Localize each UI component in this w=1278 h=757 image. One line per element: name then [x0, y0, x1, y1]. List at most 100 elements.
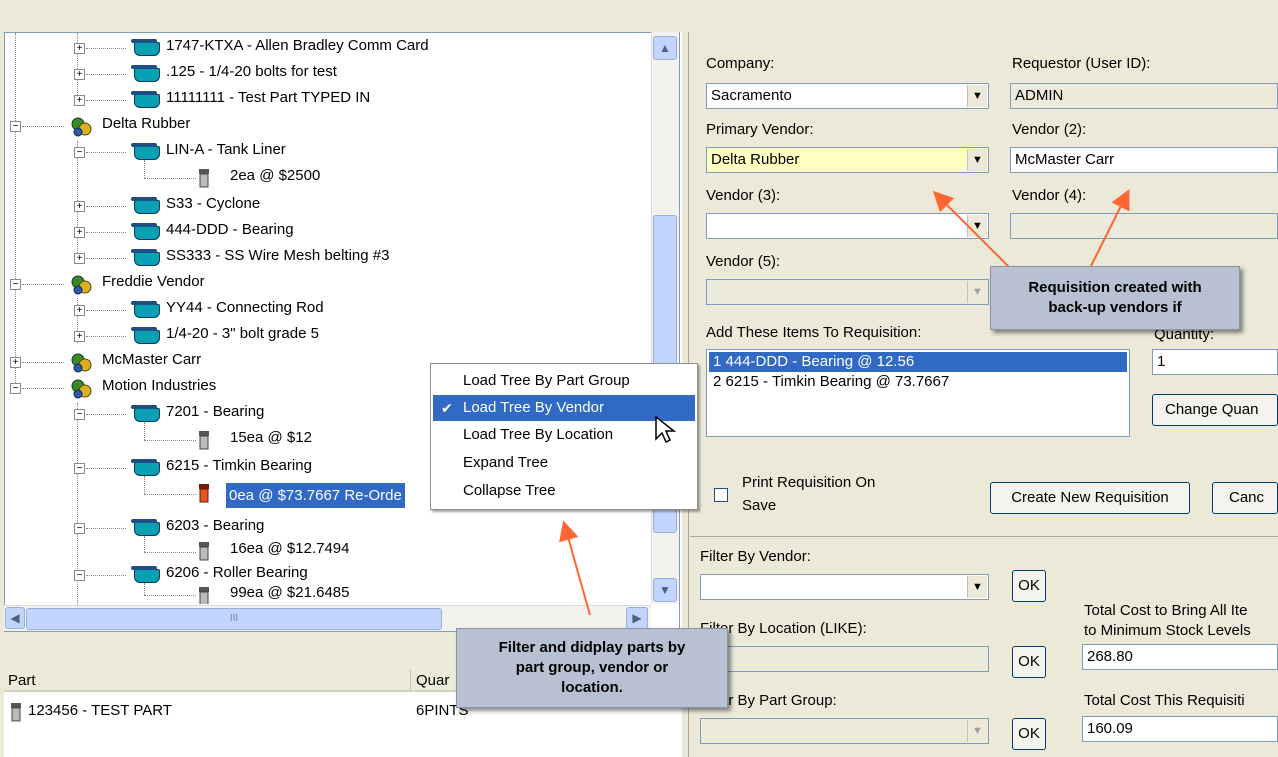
tree-item-vendor[interactable]: Motion Industries: [102, 377, 216, 394]
tree-item-part[interactable]: .125 - 1/4-20 bolts for test: [166, 63, 337, 80]
tree-item-stock[interactable]: 99ea @ $21.6485: [230, 586, 350, 601]
company-select[interactable]: Sacramento ▼: [706, 83, 989, 109]
stock-bin-icon: [199, 431, 209, 450]
change-quantity-button[interactable]: Change Quan: [1152, 394, 1278, 426]
tree-item-part[interactable]: 1747-KTXA - Allen Bradley Comm Card: [166, 37, 429, 54]
backup-vendors-callout: Requisition created with back-up vendors…: [990, 266, 1240, 330]
tree-clip: 99ea @ $21.6485: [198, 586, 498, 604]
collapse-icon[interactable]: −: [74, 523, 85, 534]
expand-icon[interactable]: +: [74, 43, 85, 54]
part-icon: [131, 459, 160, 476]
tree-item-part[interactable]: 6206 - Roller Bearing: [166, 564, 308, 581]
tree-connector: [15, 33, 16, 393]
expand-icon[interactable]: +: [74, 253, 85, 264]
scroll-down-icon[interactable]: ▼: [653, 578, 677, 602]
dropdown-arrow-icon[interactable]: ▼: [967, 85, 987, 107]
collapse-icon[interactable]: −: [74, 409, 85, 420]
requestor-label: Requestor (User ID):: [1012, 55, 1151, 72]
requisition-items-list[interactable]: 1 444-DDD - Bearing @ 12.56 2 6215 - Tim…: [706, 349, 1130, 437]
requisition-item[interactable]: 1 444-DDD - Bearing @ 12.56: [709, 352, 1127, 372]
expand-icon[interactable]: +: [10, 357, 21, 368]
menu-item-collapse-tree[interactable]: Collapse Tree: [433, 478, 695, 504]
column-divider: [410, 670, 411, 690]
vendor2-select[interactable]: McMaster Carr: [1010, 147, 1278, 173]
callout-line: location.: [561, 679, 623, 696]
tree-item-vendor[interactable]: Freddie Vendor: [102, 273, 205, 290]
tree-item-part[interactable]: SS333 - SS Wire Mesh belting #3: [166, 247, 389, 264]
tree-item-stock[interactable]: 15ea @ $12: [230, 429, 312, 446]
print-requisition-checkbox[interactable]: [714, 488, 728, 502]
scroll-left-icon[interactable]: ◀: [5, 607, 25, 629]
collapse-icon[interactable]: −: [74, 463, 85, 474]
tree-item-stock[interactable]: 2ea @ $2500: [230, 167, 320, 184]
tree-item-part[interactable]: S33 - Cyclone: [166, 195, 260, 212]
expand-icon[interactable]: +: [74, 69, 85, 80]
filter-group-select[interactable]: ▼: [700, 718, 989, 744]
tree-item-stock-selected[interactable]: 0ea @ $73.7667 Re-Orde: [226, 483, 405, 508]
expand-icon[interactable]: +: [74, 227, 85, 238]
vendor5-select[interactable]: ▼: [706, 279, 989, 305]
tree-item-part[interactable]: 1/4-20 - 3" bolt grade 5: [166, 325, 319, 342]
column-header-quantity[interactable]: Quar: [416, 672, 449, 689]
tree-item-stock[interactable]: 16ea @ $12.7494: [230, 540, 350, 557]
expand-icon[interactable]: +: [74, 305, 85, 316]
quantity-field[interactable]: 1: [1152, 349, 1278, 375]
tree-item-part[interactable]: 6215 - Timkin Bearing: [166, 457, 312, 474]
tree-connector: [86, 575, 126, 576]
tree-connector: [144, 536, 145, 552]
column-header-part[interactable]: Part: [8, 672, 36, 689]
part-icon: [131, 91, 160, 108]
expand-icon[interactable]: +: [74, 95, 85, 106]
tree-connector: [86, 528, 126, 529]
dropdown-arrow-icon[interactable]: ▼: [967, 149, 987, 171]
tree-item-part[interactable]: 6203 - Bearing: [166, 517, 264, 534]
expand-icon[interactable]: +: [74, 331, 85, 342]
tree-item-part[interactable]: 11111111 - Test Part TYPED IN: [166, 89, 370, 106]
filter-location-ok-button[interactable]: OK: [1012, 646, 1046, 678]
menu-item-expand-tree[interactable]: Expand Tree: [433, 450, 695, 476]
create-requisition-button[interactable]: Create New Requisition: [990, 482, 1190, 514]
tree-connector: [86, 258, 126, 259]
filter-vendor-ok-button[interactable]: OK: [1012, 570, 1046, 602]
collapse-icon[interactable]: −: [74, 570, 85, 581]
tree-connector: [144, 476, 145, 494]
collapse-icon[interactable]: −: [10, 279, 21, 290]
horizontal-scroll-thumb[interactable]: III: [26, 608, 442, 630]
expand-icon[interactable]: +: [74, 201, 85, 212]
tree-item-part[interactable]: 444-DDD - Bearing: [166, 221, 294, 238]
dropdown-arrow-icon: ▼: [967, 281, 987, 303]
dropdown-arrow-icon[interactable]: ▼: [967, 576, 987, 598]
total-min-stock-label-line1: Total Cost to Bring All Ite: [1084, 602, 1248, 619]
vendor3-select[interactable]: ▼: [706, 213, 989, 239]
total-min-stock-label-line2: to Minimum Stock Levels: [1084, 622, 1251, 639]
menu-item-load-by-part-group[interactable]: Load Tree By Part Group: [433, 368, 695, 394]
collapse-icon[interactable]: −: [74, 147, 85, 158]
list-item-part[interactable]: 123456 - TEST PART: [28, 702, 172, 719]
part-icon: [131, 249, 160, 266]
primary-vendor-value: Delta Rubber: [711, 151, 800, 168]
tree-item-vendor[interactable]: McMaster Carr: [102, 351, 201, 368]
primary-vendor-select[interactable]: Delta Rubber ▼: [706, 147, 989, 173]
filter-group-ok-button[interactable]: OK: [1012, 718, 1046, 750]
requisition-item[interactable]: 2 6215 - Timkin Bearing @ 73.7667: [709, 372, 1127, 392]
dropdown-arrow-icon[interactable]: ▼: [967, 215, 987, 237]
tree-item-part[interactable]: YY44 - Connecting Rod: [166, 299, 324, 316]
vendor2-value: McMaster Carr: [1015, 151, 1115, 168]
tree-connector: [22, 388, 64, 389]
vendor4-select[interactable]: [1010, 213, 1278, 239]
section-divider: [690, 536, 1278, 537]
tree-item-part[interactable]: 7201 - Bearing: [166, 403, 264, 420]
scroll-right-icon[interactable]: ▶: [626, 607, 648, 629]
collapse-icon[interactable]: −: [10, 121, 21, 132]
scroll-up-icon[interactable]: ▲: [653, 36, 677, 60]
filter-location-field[interactable]: [700, 646, 989, 672]
part-icon: [131, 39, 160, 56]
collapse-icon[interactable]: −: [10, 383, 21, 394]
cancel-button[interactable]: Canc: [1212, 482, 1278, 514]
callout-line: back-up vendors if: [1048, 299, 1182, 316]
filter-vendor-select[interactable]: ▼: [700, 574, 989, 600]
tree-item-part[interactable]: LIN-A - Tank Liner: [166, 141, 286, 158]
vendor5-label: Vendor (5):: [706, 253, 781, 270]
tree-item-vendor[interactable]: Delta Rubber: [102, 115, 190, 132]
company-value: Sacramento: [711, 87, 792, 104]
